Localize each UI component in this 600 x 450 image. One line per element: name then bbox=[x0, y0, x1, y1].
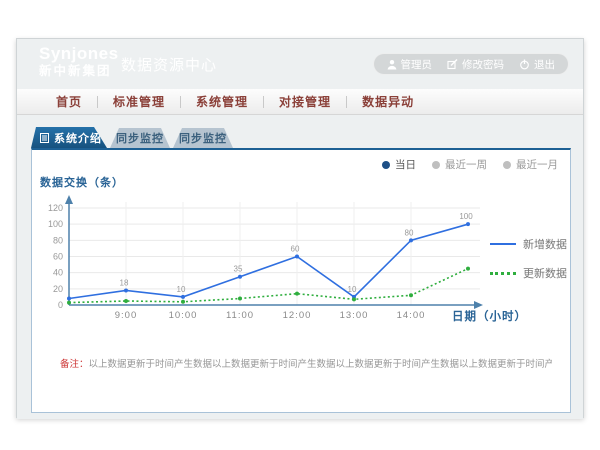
logout-button[interactable]: 退出 bbox=[519, 57, 555, 72]
svg-text:60: 60 bbox=[291, 245, 300, 254]
svg-text:11:00: 11:00 bbox=[226, 310, 254, 321]
tab-sync-monitor-1[interactable]: 同步监控 bbox=[110, 128, 170, 148]
svg-text:80: 80 bbox=[53, 235, 63, 245]
svg-text:80: 80 bbox=[405, 228, 414, 237]
footnote-prefix: 备注： bbox=[60, 359, 89, 370]
svg-text:14:00: 14:00 bbox=[397, 310, 426, 321]
nav-item-data-change[interactable]: 数据异动 bbox=[347, 93, 429, 110]
svg-text:60: 60 bbox=[53, 252, 63, 262]
document-icon bbox=[40, 133, 49, 143]
logout-label: 退出 bbox=[534, 57, 555, 72]
svg-text:10:00: 10:00 bbox=[169, 310, 198, 321]
y-axis-title: 数据交换（条） bbox=[40, 174, 124, 190]
logo-subtext: 新中新集团 bbox=[39, 65, 119, 79]
footnote-text: 以上数据更新于时间产生数据以上数据更新于时间产生数据以上数据更新于时间产生数据以… bbox=[89, 359, 552, 370]
change-password-button[interactable]: 修改密码 bbox=[447, 57, 504, 72]
svg-text:20: 20 bbox=[53, 284, 63, 294]
svg-text:12:00: 12:00 bbox=[283, 310, 312, 321]
radio-dot-icon bbox=[382, 161, 390, 169]
time-range-filter: 当日 最近一周 最近一月 bbox=[382, 157, 558, 172]
screenshot-canvas: Synjones 新中新集团 数据资源中心 管理员 修改密 bbox=[0, 0, 600, 450]
content-card: 当日 最近一周 最近一月 数据交换（条） 0 20 40 60 80 100 120 9:00… bbox=[31, 148, 571, 413]
nav-item-system-mgmt[interactable]: 系统管理 bbox=[181, 93, 263, 110]
svg-text:10: 10 bbox=[348, 285, 357, 294]
current-user[interactable]: 管理员 bbox=[387, 57, 433, 72]
change-password-label: 修改密码 bbox=[462, 57, 504, 72]
radio-label: 最近一周 bbox=[445, 157, 487, 172]
nav-item-interface-mgmt[interactable]: 对接管理 bbox=[264, 93, 346, 110]
user-icon bbox=[387, 59, 397, 70]
svg-text:35: 35 bbox=[234, 265, 243, 274]
svg-text:18: 18 bbox=[120, 278, 129, 287]
svg-text:10: 10 bbox=[177, 285, 186, 294]
tab-label: 同步监控 bbox=[116, 130, 164, 146]
svg-text:0: 0 bbox=[58, 300, 63, 310]
user-name-label: 管理员 bbox=[401, 57, 433, 72]
app-header: Synjones 新中新集团 数据资源中心 管理员 修改密 bbox=[17, 39, 583, 89]
user-toolbar: 管理员 修改密码 退出 bbox=[373, 53, 570, 75]
svg-text:120: 120 bbox=[48, 203, 63, 213]
legend-label: 新增数据 bbox=[523, 236, 567, 252]
legend-label: 更新数据 bbox=[523, 265, 567, 281]
radio-last-week[interactable]: 最近一周 bbox=[432, 157, 487, 172]
radio-last-month[interactable]: 最近一月 bbox=[503, 157, 558, 172]
footnote: 备注：以上数据更新于时间产生数据以上数据更新于时间产生数据以上数据更新于时间产生… bbox=[60, 356, 552, 370]
tab-bar: 系统介绍 同步监控 同步监控 bbox=[31, 127, 233, 148]
legend-item-new-data: 新增数据 bbox=[490, 236, 567, 252]
main-nav: 首页 标准管理 系统管理 对接管理 数据异动 bbox=[17, 89, 583, 115]
radio-today[interactable]: 当日 bbox=[382, 157, 416, 172]
edit-icon bbox=[447, 59, 458, 70]
tab-label: 系统介绍 bbox=[54, 130, 102, 146]
company-logo: Synjones 新中新集团 bbox=[39, 45, 119, 78]
radio-dot-icon bbox=[503, 161, 511, 169]
x-axis-title: 日期（小时） bbox=[452, 308, 527, 324]
svg-text:100: 100 bbox=[459, 212, 473, 221]
page-title: 数据资源中心 bbox=[121, 54, 217, 75]
chart-legend: 新增数据 更新数据 bbox=[490, 236, 567, 281]
svg-text:40: 40 bbox=[53, 268, 63, 278]
radio-dot-icon bbox=[432, 161, 440, 169]
radio-label: 当日 bbox=[395, 157, 416, 172]
nav-item-standard-mgmt[interactable]: 标准管理 bbox=[98, 93, 180, 110]
svg-text:9:00: 9:00 bbox=[115, 310, 138, 321]
logo-text: Synjones bbox=[39, 45, 119, 64]
nav-item-home[interactable]: 首页 bbox=[41, 93, 97, 110]
tab-sync-monitor-2[interactable]: 同步监控 bbox=[173, 128, 233, 148]
legend-item-updated-data: 更新数据 bbox=[490, 265, 567, 281]
power-icon bbox=[519, 59, 530, 70]
radio-label: 最近一月 bbox=[516, 157, 558, 172]
blue-line-swatch-icon bbox=[490, 243, 516, 245]
browser-page: Synjones 新中新集团 数据资源中心 管理员 修改密 bbox=[16, 38, 584, 418]
tab-label: 同步监控 bbox=[179, 130, 227, 146]
green-dotted-swatch-icon bbox=[490, 272, 516, 275]
svg-text:13:00: 13:00 bbox=[340, 310, 369, 321]
tab-system-intro[interactable]: 系统介绍 bbox=[31, 127, 107, 148]
content-area: 系统介绍 同步监控 同步监控 当日 最近一周 bbox=[17, 115, 583, 419]
svg-text:100: 100 bbox=[48, 219, 63, 229]
